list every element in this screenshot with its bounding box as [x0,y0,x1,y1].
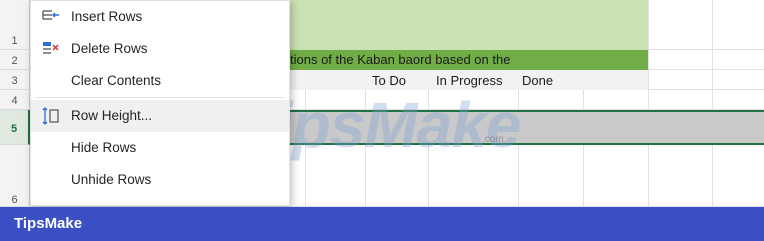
footer-brand: TipsMake [14,215,83,232]
row-header-2[interactable]: 2 [0,50,30,70]
header-in-progress[interactable]: In Progress [436,73,502,88]
menu-label: Clear Contents [71,73,162,88]
insert-rows-icon [40,7,60,27]
delete-rows-icon [40,39,60,59]
row-header-1[interactable]: 1 [0,0,30,50]
row-header-4[interactable]: 4 [0,90,30,110]
spreadsheet-grid: 1 2 3 4 5 6 tions of the Kaban baord bas… [0,0,764,241]
menu-label: Row Height... [71,108,153,123]
menu-item-insert-rows[interactable]: Insert Rows [31,1,289,33]
menu-label: Hide Rows [71,140,137,155]
row-header-3[interactable]: 3 [0,70,30,90]
row-number: 3 [11,75,18,87]
menu-label: Insert Rows [71,9,143,24]
header-done[interactable]: Done [522,73,553,88]
subtitle-text: tions of the Kaban baord based on the [290,52,511,67]
menu-item-hide-rows[interactable]: Hide Rows [31,132,289,164]
menu-label: Delete Rows [71,41,148,56]
menu-label: Unhide Rows [71,172,152,187]
menu-item-clear-contents[interactable]: Clear Contents [31,65,289,97]
row-number: 2 [11,55,18,67]
row-number: 5 [10,123,18,135]
row-number: 1 [11,35,18,47]
context-menu: Insert Rows Delete Rows Clear Contents R… [30,0,290,206]
row-header-5[interactable]: 5 [0,110,30,145]
row-height-icon [40,106,60,126]
row-header-6[interactable]: 6 [0,145,30,207]
menu-separator [35,97,285,98]
menu-item-row-height[interactable]: Row Height... [31,100,289,132]
header-todo[interactable]: To Do [372,73,406,88]
row-number: 4 [11,95,18,107]
footer-bar: TipsMake [0,207,764,241]
row-number: 6 [11,194,18,206]
menu-item-delete-rows[interactable]: Delete Rows [31,33,289,65]
menu-item-unhide-rows[interactable]: Unhide Rows [31,164,289,196]
